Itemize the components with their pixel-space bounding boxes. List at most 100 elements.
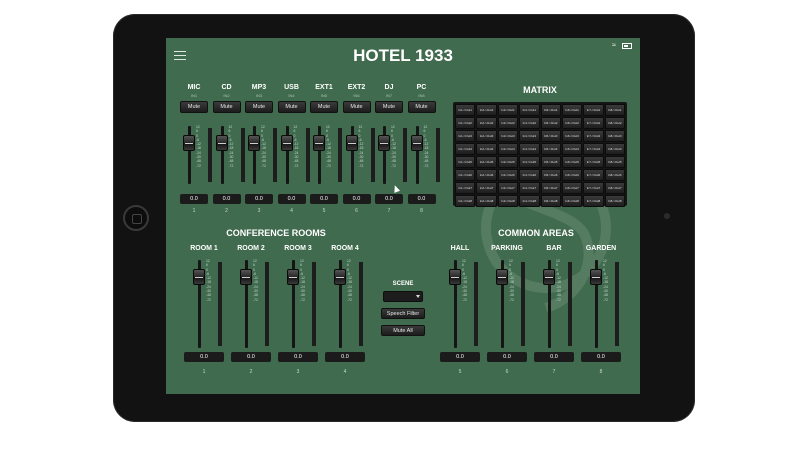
common-zone-1-fader-knob[interactable] bbox=[449, 269, 461, 285]
matrix-route-button[interactable]: In8->Out5 bbox=[604, 156, 625, 168]
matrix-route-button[interactable]: In8->Out8 bbox=[604, 195, 625, 207]
matrix-route-button[interactable]: In5->Out3 bbox=[540, 130, 561, 142]
input-5-sub: IN5 bbox=[320, 93, 328, 98]
input-8-fader-knob[interactable] bbox=[410, 135, 423, 151]
matrix-route-button[interactable]: In5->Out4 bbox=[540, 143, 561, 155]
matrix-route-button[interactable]: In1->Out5 bbox=[455, 156, 476, 168]
matrix-route-button[interactable]: In5->Out2 bbox=[540, 117, 561, 129]
matrix-route-button[interactable]: In2->Out6 bbox=[476, 169, 497, 181]
input-4-mute-button[interactable]: Mute bbox=[277, 101, 306, 113]
matrix-route-button[interactable]: In7->Out3 bbox=[583, 130, 604, 142]
matrix-route-button[interactable]: In1->Out2 bbox=[455, 117, 476, 129]
matrix-route-button[interactable]: In5->Out1 bbox=[540, 104, 561, 116]
matrix-route-button[interactable]: In8->Out2 bbox=[604, 117, 625, 129]
common-zone-3-fader-knob[interactable] bbox=[543, 269, 555, 285]
input-2-fader-knob[interactable] bbox=[215, 135, 228, 151]
input-3-fader-knob[interactable] bbox=[248, 135, 260, 151]
matrix-route-button[interactable]: In1->Out1 bbox=[455, 104, 476, 116]
input-1-fader-knob[interactable] bbox=[183, 135, 195, 151]
matrix-route-button[interactable]: In6->Out5 bbox=[561, 156, 583, 168]
matrix-route-button[interactable]: In1->Out8 bbox=[455, 195, 476, 207]
matrix-route-button[interactable]: In4->Out2 bbox=[519, 117, 540, 129]
matrix-route-button[interactable]: In7->Out2 bbox=[583, 117, 604, 129]
input-2-mute-button[interactable]: Mute bbox=[212, 101, 241, 113]
matrix-route-button[interactable]: In6->Out4 bbox=[561, 143, 583, 155]
matrix-route-button[interactable]: In6->Out6 bbox=[561, 169, 583, 181]
input-4-fader-knob[interactable] bbox=[280, 135, 293, 151]
matrix-route-button[interactable]: In4->Out8 bbox=[519, 195, 540, 207]
matrix-route-button[interactable]: In5->Out7 bbox=[540, 182, 561, 194]
speech-filter-button[interactable]: Speech Filter bbox=[381, 308, 425, 319]
matrix-route-button[interactable]: In4->Out3 bbox=[519, 130, 540, 142]
matrix-route-button[interactable]: In3->Out5 bbox=[497, 156, 519, 168]
scene-select[interactable] bbox=[383, 291, 423, 302]
input-6-sub: IN6 bbox=[353, 93, 360, 98]
matrix-route-button[interactable]: In6->Out1 bbox=[561, 104, 583, 116]
conference-zone-3-fader-knob[interactable] bbox=[287, 269, 299, 285]
matrix-route-button[interactable]: In7->Out7 bbox=[583, 182, 604, 194]
matrix-route-button[interactable]: In5->Out8 bbox=[540, 195, 561, 207]
matrix-route-button[interactable]: In1->Out7 bbox=[455, 182, 476, 194]
scale-tick: -72 bbox=[196, 163, 201, 168]
matrix-route-button[interactable]: In6->Out2 bbox=[561, 117, 583, 129]
common-zone-4-fader-knob[interactable] bbox=[590, 269, 602, 285]
matrix-route-button[interactable]: In4->Out7 bbox=[519, 182, 540, 194]
matrix-route-button[interactable]: In1->Out4 bbox=[455, 143, 476, 155]
matrix-route-button[interactable]: In7->Out5 bbox=[583, 156, 604, 168]
conference-zone-2-fader-knob[interactable] bbox=[240, 269, 252, 285]
matrix-route-button[interactable]: In2->Out1 bbox=[476, 104, 497, 116]
matrix-route-button[interactable]: In1->Out6 bbox=[455, 169, 476, 181]
matrix-route-button[interactable]: In2->Out4 bbox=[476, 143, 497, 155]
matrix-route-button[interactable]: In1->Out3 bbox=[455, 130, 476, 142]
matrix-route-button[interactable]: In3->Out2 bbox=[497, 117, 519, 129]
mute-all-button[interactable]: Mute All bbox=[381, 325, 425, 336]
matrix-route-button[interactable]: In5->Out5 bbox=[540, 156, 561, 168]
input-5-mute-button[interactable]: Mute bbox=[310, 101, 338, 113]
matrix-route-button[interactable]: In4->Out1 bbox=[519, 104, 540, 116]
input-7-fader-knob[interactable] bbox=[378, 135, 390, 151]
input-8-value: 0.0 bbox=[407, 194, 436, 204]
matrix-route-button[interactable]: In6->Out8 bbox=[561, 195, 583, 207]
matrix-route-button[interactable]: In4->Out6 bbox=[519, 169, 540, 181]
matrix-route-button[interactable]: In8->Out3 bbox=[604, 130, 625, 142]
input-8-sub: IN8 bbox=[418, 93, 425, 98]
matrix-route-button[interactable]: In8->Out4 bbox=[604, 143, 625, 155]
matrix-route-button[interactable]: In7->Out8 bbox=[583, 195, 604, 207]
input-7-mute-button[interactable]: Mute bbox=[375, 101, 403, 113]
matrix-route-button[interactable]: In3->Out4 bbox=[497, 143, 519, 155]
input-3-sub: IN3 bbox=[255, 93, 263, 98]
matrix-route-button[interactable]: In7->Out6 bbox=[583, 169, 604, 181]
home-button[interactable] bbox=[123, 205, 149, 231]
common-zone-3-level-meter bbox=[568, 262, 572, 346]
matrix-route-button[interactable]: In6->Out7 bbox=[561, 182, 583, 194]
matrix-route-button[interactable]: In6->Out3 bbox=[561, 130, 583, 142]
matrix-route-button[interactable]: In3->Out7 bbox=[497, 182, 519, 194]
matrix-route-button[interactable]: In4->Out4 bbox=[519, 143, 540, 155]
input-1-mute-button[interactable]: Mute bbox=[180, 101, 208, 113]
matrix-route-button[interactable]: In2->Out5 bbox=[476, 156, 497, 168]
matrix-route-button[interactable]: In7->Out1 bbox=[583, 104, 604, 116]
matrix-route-button[interactable]: In3->Out3 bbox=[497, 130, 519, 142]
common-zone-4-level-meter bbox=[615, 262, 619, 346]
matrix-route-button[interactable]: In3->Out6 bbox=[497, 169, 519, 181]
matrix-route-button[interactable]: In8->Out6 bbox=[604, 169, 625, 181]
matrix-route-button[interactable]: In5->Out6 bbox=[540, 169, 561, 181]
input-6-fader-knob[interactable] bbox=[345, 135, 358, 151]
input-5-fader-knob[interactable] bbox=[313, 135, 325, 151]
matrix-route-button[interactable]: In8->Out7 bbox=[604, 182, 625, 194]
matrix-route-button[interactable]: In2->Out7 bbox=[476, 182, 497, 194]
matrix-route-button[interactable]: In2->Out2 bbox=[476, 117, 497, 129]
input-6-mute-button[interactable]: Mute bbox=[342, 101, 371, 113]
input-3-mute-button[interactable]: Mute bbox=[245, 101, 273, 113]
matrix-route-button[interactable]: In4->Out5 bbox=[519, 156, 540, 168]
matrix-route-button[interactable]: In7->Out4 bbox=[583, 143, 604, 155]
matrix-route-button[interactable]: In2->Out8 bbox=[476, 195, 497, 207]
matrix-route-button[interactable]: In2->Out3 bbox=[476, 130, 497, 142]
matrix-route-button[interactable]: In8->Out1 bbox=[604, 104, 625, 116]
matrix-route-button[interactable]: In3->Out8 bbox=[497, 195, 519, 207]
matrix-route-button[interactable]: In3->Out1 bbox=[497, 104, 519, 116]
conference-zone-4-fader-knob[interactable] bbox=[334, 269, 346, 285]
input-8-mute-button[interactable]: Mute bbox=[407, 101, 436, 113]
common-zone-2-fader-knob[interactable] bbox=[496, 269, 508, 285]
conference-zone-1-fader-knob[interactable] bbox=[193, 269, 205, 285]
